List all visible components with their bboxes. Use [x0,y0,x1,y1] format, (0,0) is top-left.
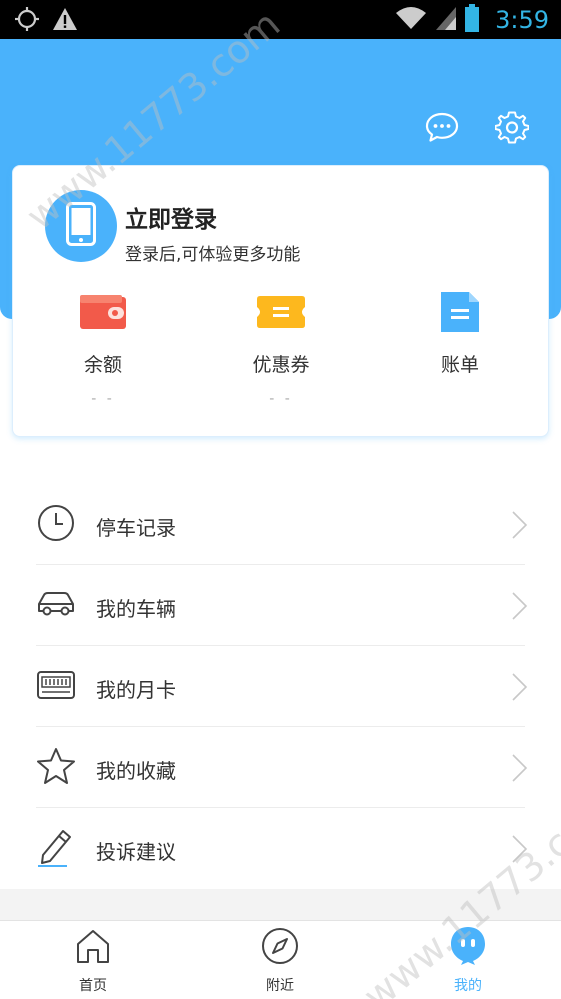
profile-icon [449,926,487,970]
tab-nearby[interactable]: 附近 [220,927,340,995]
menu-item-label: 投诉建议 [96,840,176,864]
menu-item-my-vehicles[interactable]: 我的车辆 [0,565,561,646]
tab-home[interactable]: 首页 [33,927,153,995]
stat-bill-label: 账单 [440,354,479,376]
home-icon [75,928,111,968]
battery-icon [465,4,480,36]
tab-label: 我的 [454,978,482,994]
menu-item-feedback[interactable]: 投诉建议 [0,808,561,889]
signal-icon [435,5,457,35]
status-time: 3:59 [495,6,549,34]
account-stats: 余额 - - 优惠券 - - 账单 [13,292,550,414]
menu-item-label: 停车记录 [96,516,176,540]
menu-item-favorites[interactable]: 我的收藏 [0,727,561,808]
message-icon[interactable] [425,110,459,144]
chevron-right-icon [509,591,529,621]
location-crosshair-icon [14,6,40,36]
chevron-right-icon [509,510,529,540]
coupon-icon [257,296,305,332]
status-bar: 3:59 [0,0,561,39]
bottom-tab-bar: 首页 附近 我的 [0,920,561,999]
chevron-right-icon [509,672,529,702]
menu-list: 停车记录 我的车辆 我的月卡 我的收藏 投诉建议 [0,484,561,889]
stat-coupon-label: 优惠券 [252,354,310,376]
compass-icon [261,927,299,969]
menu-item-label: 我的车辆 [96,597,176,621]
avatar[interactable] [45,190,117,262]
star-icon [36,747,76,789]
clock-icon [37,504,75,546]
menu-item-label: 我的月卡 [96,678,176,702]
chevron-right-icon [509,834,529,864]
login-subtitle: 登录后,可体验更多功能 [125,245,301,265]
stat-balance-label: 余额 [83,354,122,376]
tab-mine[interactable]: 我的 [408,927,528,995]
tab-label: 附近 [266,978,294,994]
tab-label: 首页 [79,978,107,994]
stat-bill[interactable]: 账单 [370,292,550,391]
wallet-icon [80,295,126,333]
card-icon [37,671,75,703]
warning-icon [52,6,78,36]
menu-item-label: 我的收藏 [96,759,176,783]
bill-icon [441,292,479,336]
car-icon [36,590,76,622]
menu-item-monthly-card[interactable]: 我的月卡 [0,646,561,727]
stat-balance[interactable]: 余额 - - [13,294,193,407]
login-title[interactable]: 立即登录 [125,200,217,234]
stat-coupon[interactable]: 优惠券 - - [191,294,371,407]
settings-icon[interactable] [495,110,529,144]
stat-balance-value: - - [91,391,115,407]
header-actions [425,110,529,144]
pencil-icon [37,827,75,871]
login-card: 立即登录 登录后,可体验更多功能 余额 - - 优惠券 - - 账单 [12,165,549,437]
stat-coupon-value: - - [269,391,293,407]
wifi-icon [395,5,427,35]
chevron-right-icon [509,753,529,783]
menu-item-parking-records[interactable]: 停车记录 [0,484,561,565]
phone-icon [66,202,96,250]
section-spacer [0,889,561,920]
